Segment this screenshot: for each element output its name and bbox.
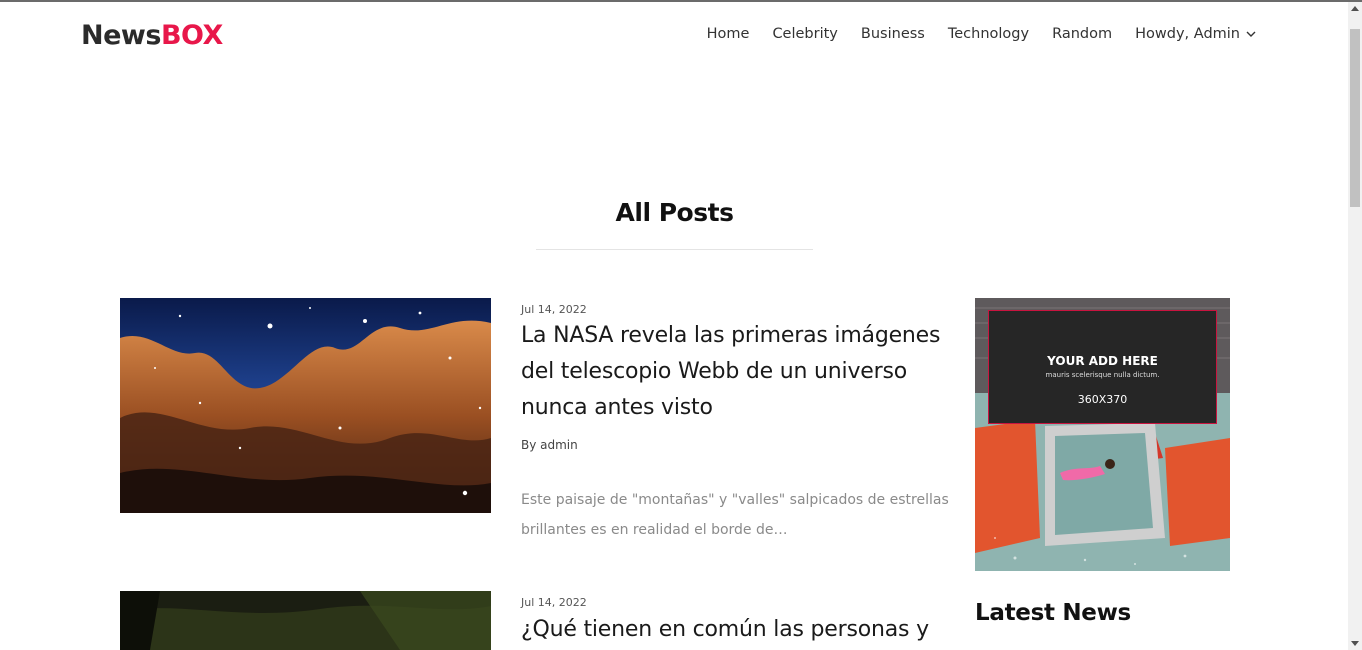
- nav-item-home[interactable]: Home: [707, 24, 750, 44]
- nav-item-celebrity[interactable]: Celebrity: [772, 24, 837, 44]
- post-date: Jul 14, 2022: [521, 303, 587, 316]
- chevron-down-icon: [1246, 31, 1256, 37]
- latest-news-heading: Latest News: [975, 600, 1131, 626]
- post-author[interactable]: By admin: [521, 438, 578, 452]
- site-header: NewsBOX Home Celebrity Business Technolo…: [0, 2, 1348, 66]
- user-menu[interactable]: Howdy, Admin: [1135, 24, 1256, 44]
- nav-item-random[interactable]: Random: [1052, 24, 1112, 44]
- post-title-link[interactable]: La NASA revela las primeras imágenes del…: [521, 318, 951, 426]
- scroll-up-arrow-icon[interactable]: [1351, 6, 1359, 11]
- nav-item-business[interactable]: Business: [861, 24, 925, 44]
- ad-size: 360X370: [1077, 393, 1128, 406]
- main-nav: Home Celebrity Business Technology Rando…: [684, 24, 1256, 44]
- title-divider: [536, 249, 813, 250]
- ad-title: YOUR ADD HERE: [1047, 354, 1158, 368]
- post-thumbnail-forest[interactable]: [120, 591, 491, 650]
- user-menu-label: Howdy, Admin: [1135, 26, 1240, 42]
- ad-subtitle: mauris scelerisque nulla dictum.: [1045, 371, 1160, 379]
- post-thumbnail-nebula[interactable]: [120, 298, 491, 513]
- scrollbar-thumb[interactable]: [1350, 29, 1360, 207]
- page-title: All Posts: [615, 198, 734, 227]
- post-date: Jul 14, 2022: [521, 596, 587, 609]
- page-scrollbar[interactable]: [1348, 2, 1362, 650]
- post-title-link[interactable]: ¿Qué tienen en común las personas y: [521, 612, 951, 648]
- ad-placeholder-box: YOUR ADD HERE mauris scelerisque nulla d…: [988, 310, 1217, 424]
- post-excerpt: Este paisaje de "montañas" y "valles" sa…: [521, 492, 949, 538]
- sidebar-ad[interactable]: YOUR ADD HERE mauris scelerisque nulla d…: [975, 298, 1230, 571]
- logo-text-box: BOX: [160, 20, 223, 51]
- site-logo[interactable]: NewsBOX: [81, 20, 223, 52]
- scroll-down-arrow-icon[interactable]: [1351, 641, 1359, 646]
- nav-item-technology[interactable]: Technology: [948, 24, 1029, 44]
- logo-text-news: News: [81, 20, 161, 51]
